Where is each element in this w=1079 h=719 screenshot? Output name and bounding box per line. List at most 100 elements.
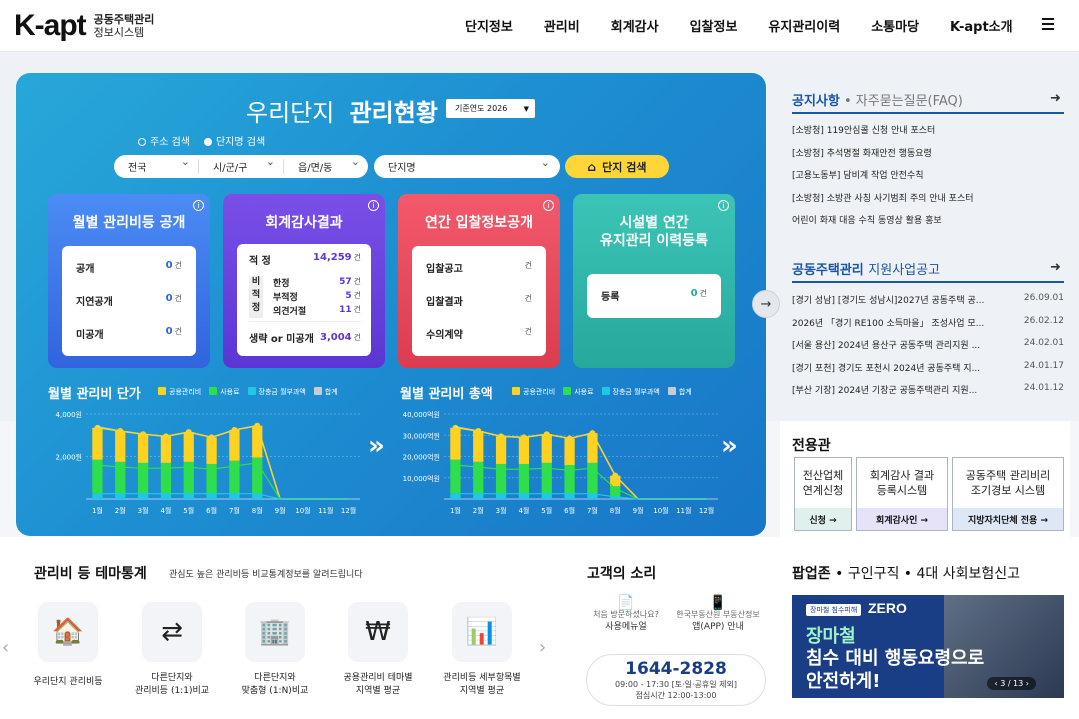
nav-about[interactable]: K-apt소개 xyxy=(950,16,1013,35)
theme-item[interactable]: ⇄ 다른단지와 관리비등 (1:1)비교 xyxy=(126,602,218,698)
tab-notice[interactable]: 공지사항 xyxy=(792,94,840,109)
complex-name-select[interactable]: 단지명 xyxy=(374,155,560,178)
x-tick-label: 1월 xyxy=(450,506,461,515)
info-icon[interactable]: i xyxy=(718,200,729,211)
bar-segment-common xyxy=(160,436,172,463)
list-item[interactable]: [소방청] 소방관 사칭 사기범죄 주의 안내 포스터 xyxy=(792,188,1064,211)
support-title[interactable]: 공동주택관리 지원사업공고 xyxy=(792,259,940,278)
list-item[interactable]: [서울 용산] 2024년 용산구 공동주택 관리지원 ... 24.02.01 xyxy=(792,338,1064,361)
nav-community[interactable]: 소통마당 xyxy=(871,16,919,35)
auditor-button[interactable]: 회계감사인 → xyxy=(857,508,947,530)
arrow-right-button[interactable]: → xyxy=(752,290,780,318)
logo-subtitle: 공동주택관리 정보시스템 xyxy=(93,13,155,39)
list-item[interactable]: 2026년 「경기 RE100 소득마을」 조성사업 모... 26.02.12 xyxy=(792,316,1064,339)
menu-icon[interactable] xyxy=(1042,18,1054,30)
building-icon: 🏢 xyxy=(245,602,305,662)
total-line xyxy=(97,424,349,500)
theme-item[interactable]: 🏠 우리단지 관리비등 xyxy=(22,602,114,689)
list-item[interactable]: [경기 성남] [경기도 성남시]2027년 공동주택 공... 26.09.01 xyxy=(792,293,1064,316)
bar-segment-common xyxy=(183,432,194,462)
info-icon[interactable]: i xyxy=(543,200,554,211)
bar-segment-fund xyxy=(206,493,217,499)
bar-segment-fund xyxy=(495,493,507,499)
x-tick-label: 3월 xyxy=(496,506,507,515)
monthly-fee-card[interactable]: i 월별 관리비등 공개 공개 0 건 지연공개 0 건 미공개 0 건 xyxy=(48,194,210,368)
nav-maintenance[interactable]: 유지관리이력 xyxy=(768,16,840,35)
bar-segment-common xyxy=(137,434,149,463)
bar-segment-common xyxy=(473,431,484,462)
app-link[interactable]: 📱 한국부동산원 부동산정보 앱(APP) 안내 xyxy=(671,596,765,633)
arrow-right-icon[interactable]: ➜ xyxy=(1050,260,1061,275)
dedicated-box-it[interactable]: 전산업체 연계신청 신청 → xyxy=(794,457,852,531)
chevron-left-icon[interactable]: ‹ xyxy=(2,637,9,658)
y-tick-label: 20,000억원 xyxy=(403,453,440,462)
stat-row: 입찰공고 건 xyxy=(426,261,532,275)
dedicated-box-audit[interactable]: 회계감사 결과 등록시스템 회계감사인 → xyxy=(856,457,948,531)
voice-title: 고객의 소리 xyxy=(587,566,657,582)
total-line xyxy=(455,426,707,500)
search-mode-radios: 주소 검색 단지명 검색 xyxy=(138,133,279,148)
province-select[interactable]: 전국 xyxy=(114,155,199,174)
divider xyxy=(792,281,1064,283)
job-link[interactable]: 구인구직 xyxy=(848,566,900,582)
nav-complex-info[interactable]: 단지정보 xyxy=(465,16,513,35)
won-icon: ₩ xyxy=(348,602,408,662)
info-icon[interactable]: i xyxy=(193,200,204,211)
local-gov-button[interactable]: 지방자치단체 전용 → xyxy=(953,508,1063,530)
card-body: 입찰공고 건 입찰결과 건 수의계약 건 xyxy=(412,246,546,356)
list-item[interactable]: 어린이 화재 대응 수칙 동영상 활용 홍보 xyxy=(792,210,1064,233)
complex-search-button[interactable]: ⌂ 단지 검색 xyxy=(565,155,669,178)
bar-segment-common xyxy=(229,429,240,461)
tab-faq[interactable]: 자주묻는질문(FAQ) xyxy=(856,94,963,109)
list-item[interactable]: [부산 기장] 2024년 기장군 공동주택관리 지원... 24.01.12 xyxy=(792,383,1064,406)
bar-segment-common xyxy=(450,427,461,460)
town-select[interactable]: 읍/면/동 xyxy=(284,155,368,174)
info-icon[interactable]: i xyxy=(368,200,379,211)
theme-item[interactable]: ₩ 공용관리비 테마별 지역별 평균 xyxy=(332,602,424,698)
card-title: 연간 입찰정보공개 xyxy=(425,215,533,231)
bar-segment-fund xyxy=(160,493,172,499)
theme-item[interactable]: 🏢 다른단지와 맞춤형 (1:N)비교 xyxy=(229,602,321,698)
list-item[interactable]: [소방청] 추석명절 화재안전 행동요령 xyxy=(792,143,1064,166)
banner-pager[interactable]: ‹ 3 / 13 › xyxy=(987,677,1036,690)
chevron-right-icon[interactable]: » xyxy=(721,431,738,461)
arrow-right-icon[interactable]: ➜ xyxy=(1050,91,1061,106)
popup-banner[interactable]: 장마철 침수피해 ZERO 장마철 침수 대비 행동요령으로 안전하게! ‹ 3… xyxy=(792,595,1064,698)
manual-link[interactable]: 📄 처음 방문하셨나요? 사용메뉴얼 xyxy=(586,596,666,633)
x-tick-label: 4월 xyxy=(518,506,529,515)
y-tick-label: 2,000원 xyxy=(56,453,82,462)
nav-bid[interactable]: 입찰정보 xyxy=(690,16,738,35)
list-item[interactable]: [경기 포천] 경기도 포천시 2024년 공동주택 지... 24.01.17 xyxy=(792,361,1064,384)
card-title: 시설별 연간 유지관리 이력등록 xyxy=(600,215,708,249)
chevron-right-icon[interactable]: › xyxy=(539,637,546,658)
list-item[interactable]: [소방청] 119안심콜 신청 안내 포스터 xyxy=(792,120,1064,143)
bar-segment-usage xyxy=(518,463,530,494)
bar-segment-common xyxy=(495,436,507,464)
nav-management-fee[interactable]: 관리비 xyxy=(544,16,580,35)
stat-row: 지연공개 0 건 xyxy=(76,293,182,308)
maintenance-history-card[interactable]: i 시설별 연간 유지관리 이력등록 등록 0 건 xyxy=(573,194,735,368)
nav-audit[interactable]: 회계감사 xyxy=(611,16,659,35)
radio-address-search[interactable]: 주소 검색 xyxy=(138,133,190,148)
lunch-hours: 점심시간 12:00-13:00 xyxy=(635,691,717,700)
card-body: 등록 0 건 xyxy=(587,274,721,318)
bid-info-card[interactable]: i 연간 입찰정보공개 입찰공고 건 입찰결과 건 수의계약 건 xyxy=(398,194,560,368)
stack-top-line xyxy=(97,424,349,500)
bar-segment-fund xyxy=(229,493,240,499)
radio-name-search[interactable]: 단지명 검색 xyxy=(203,133,265,148)
dedicated-box-alert[interactable]: 공동주택 관리비리 조기경보 시스템 지방자치단체 전용 → xyxy=(952,457,1064,531)
total-fee-chart: 40,000억원 30,000억원 20,000억원 10,000억원 1월 2월 3월 4월… xyxy=(403,410,718,515)
chevron-right-icon[interactable]: » xyxy=(368,431,385,461)
x-tick-label: 11월 xyxy=(676,506,691,515)
audit-result-card[interactable]: i 회계감사결과 적 정 14,259 건 비 적 정 한정 57 건 부적정 5 건 의견… xyxy=(223,194,385,368)
logo[interactable]: K-apt 공동주택관리 정보시스템 xyxy=(14,9,154,43)
insurance-link[interactable]: 4대 사회보험신고 xyxy=(917,566,1021,582)
city-select[interactable]: 시/군/구 xyxy=(199,155,284,174)
apply-button[interactable]: 신청 → xyxy=(795,508,851,530)
theme-item[interactable]: 📊 관리비등 세부항목별 지역별 평균 xyxy=(436,602,528,698)
year-select[interactable]: 기준연도 2026 ▼ xyxy=(446,99,535,118)
bar-segment-fund xyxy=(92,493,103,499)
list-item[interactable]: [고용노동부] 담비계 작업 안전수칙 xyxy=(792,165,1064,188)
x-tick-label: 7월 xyxy=(587,506,598,515)
pager-next-icon[interactable]: › xyxy=(1023,679,1029,688)
